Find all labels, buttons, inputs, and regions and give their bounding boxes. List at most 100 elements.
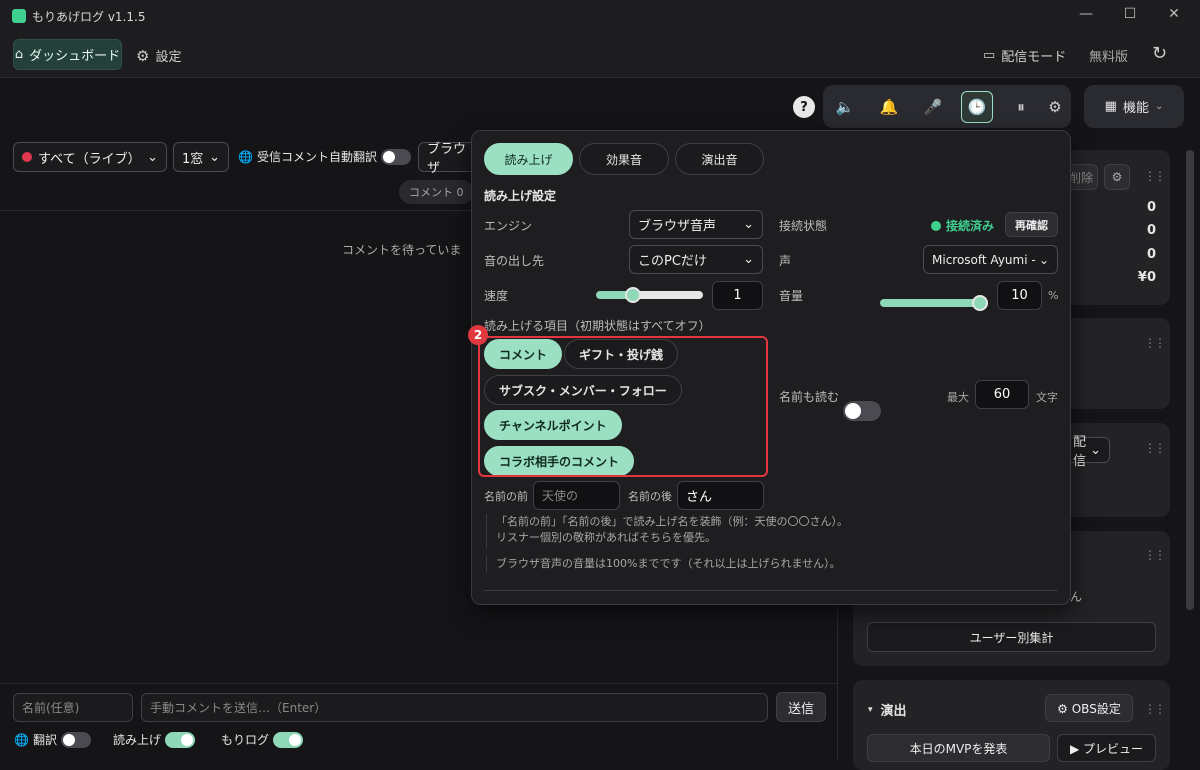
toolbar-gear-icon[interactable]: ⚙ [1041, 93, 1069, 121]
window-select[interactable]: 1窓 ⌄ [173, 142, 229, 172]
free-plan-label[interactable]: 無料版 [1089, 46, 1128, 65]
connection-value: 接続済み [946, 219, 995, 233]
drag-handle-icon[interactable]: ⋮⋮ [1144, 336, 1166, 350]
volume-unit: % [1048, 289, 1059, 302]
help-button[interactable]: ? [793, 96, 815, 118]
browser-select[interactable]: ブラウザ [418, 142, 478, 176]
globe-icon: 🌐 [238, 149, 253, 164]
name-before-input[interactable]: 天使の [533, 481, 620, 510]
drag-handle-icon[interactable]: ⋮⋮ [1144, 169, 1166, 183]
read-name-label: 名前も読む [779, 390, 840, 404]
pause-icon[interactable]: ⏸ [1007, 93, 1035, 121]
maximize-icon[interactable]: ☐ [1120, 6, 1140, 22]
chevron-down-icon: ⌄ [743, 252, 754, 267]
features-button[interactable]: ▦ 機能 ⌄ [1084, 85, 1184, 128]
engine-label: エンジン [484, 219, 533, 233]
scrollbar[interactable] [1186, 150, 1194, 610]
live-dot-icon [22, 152, 32, 162]
connection-label: 接続状態 [779, 219, 828, 233]
translate-toggle[interactable] [60, 731, 91, 748]
source-select[interactable]: すべて（ライブ） ⌄ [13, 142, 167, 172]
source-value: すべて（ライブ） [38, 151, 141, 167]
output-select[interactable]: このPCだけ ⌄ [629, 245, 763, 274]
close-icon[interactable]: ✕ [1164, 6, 1184, 22]
auto-translate-toggle[interactable] [380, 148, 411, 165]
section-title: 読み上げ設定 [484, 189, 557, 203]
caret-down-icon: ▾ [868, 704, 873, 715]
effects-header[interactable]: ▾ 演出 [868, 700, 907, 719]
speed-label: 速度 [484, 289, 509, 303]
voice-label: 声 [779, 254, 792, 268]
volume-slider-knob[interactable] [972, 295, 988, 311]
chevron-down-icon: ⌄ [209, 149, 220, 165]
stat-value: 0 [1146, 200, 1156, 215]
speaker-icon[interactable]: 🔈 [831, 93, 859, 121]
clock-icon[interactable]: 🕒 [961, 91, 993, 123]
max-label: 最大 [947, 391, 969, 404]
voice-select[interactable]: Microsoft Ayumi - ⌄ [923, 245, 1058, 274]
morilog-switch: もりログ [221, 731, 304, 748]
items-label: 読み上げる項目（初期状態はすべてオフ） [484, 319, 711, 333]
read-toggle[interactable] [165, 731, 196, 748]
speed-slider-knob[interactable] [625, 287, 641, 303]
note-bar [486, 556, 487, 572]
max-unit: 文字 [1036, 391, 1058, 404]
note-line: ブラウザ音声の音量は100%までです（それ以上は上げられません）。 [496, 557, 841, 570]
chevron-down-icon: ⌄ [147, 149, 158, 165]
tab-read-aloud[interactable]: 読み上げ [484, 143, 573, 175]
name-after-input[interactable]: さん [677, 481, 764, 510]
mvp-button[interactable]: 本日のMVPを発表 [867, 734, 1050, 762]
read-name-toggle[interactable] [843, 401, 881, 421]
settings-button[interactable]: ⚙ 設定 [136, 46, 181, 66]
drag-handle-icon[interactable]: ⋮⋮ [1144, 702, 1166, 716]
connection-status: 接続済み [931, 217, 994, 234]
note-line: 「名前の前」「名前の後」で読み上げ名を装飾（例：天使の〇〇さん）。 [496, 515, 848, 528]
dashboard-button[interactable]: ⌂ ダッシュボード [13, 39, 122, 70]
card-gear-icon[interactable]: ⚙ [1104, 164, 1130, 190]
volume-value[interactable]: 10 [997, 281, 1042, 310]
read-label: 読み上げ [113, 733, 162, 747]
engine-select[interactable]: ブラウザ音声 ⌄ [629, 210, 763, 239]
empty-comments-text: コメントを待っていま [342, 243, 462, 257]
app-title: もりあげログ v1.1.5 [32, 10, 146, 24]
home-icon: ⌂ [14, 47, 24, 62]
preview-button[interactable]: ▶ プレビュー [1057, 734, 1156, 762]
monitor-icon: ▭ [983, 48, 996, 63]
note-line: リスナー個別の敬称があればそちらを優先。 [496, 531, 716, 544]
output-value: このPCだけ [638, 254, 707, 269]
tab-sound-effects[interactable]: 効果音 [579, 143, 669, 175]
globe-icon: 🌐 [14, 732, 29, 747]
drag-handle-icon[interactable]: ⋮⋮ [1144, 441, 1166, 455]
minimize-icon[interactable]: — [1076, 6, 1096, 22]
recheck-button[interactable]: 再確認 [1005, 212, 1058, 237]
partial-text: ん [1070, 590, 1083, 604]
manual-comment-input[interactable]: 手動コメントを送信…（Enter） [141, 693, 768, 722]
stream-mode-button[interactable]: ▭ 配信モード [983, 46, 1066, 65]
auto-translate-label: 受信コメント自動翻訳 [256, 150, 377, 164]
speed-slider[interactable] [596, 287, 703, 303]
effects-title: 演出 [880, 704, 907, 719]
divider [0, 683, 838, 684]
obs-settings-button[interactable]: ⚙ OBS設定 [1045, 694, 1133, 722]
name-input[interactable]: 名前(任意) [13, 693, 133, 722]
morilog-toggle[interactable] [273, 731, 304, 748]
user-stats-button[interactable]: ユーザー別集計 [867, 622, 1156, 652]
volume-slider[interactable] [880, 295, 988, 311]
window-value: 1窓 [182, 151, 204, 167]
comment-count-badge: コメント 0 [399, 180, 474, 204]
bell-icon[interactable]: 🔔 [875, 93, 903, 121]
send-button[interactable]: 送信 [776, 692, 826, 722]
tab-stage-sound[interactable]: 演出音 [675, 143, 764, 175]
name-before-label: 名前の前 [484, 490, 528, 503]
stat-value: 0 [1146, 223, 1156, 238]
browser-select-value: ブラウザ [427, 142, 467, 176]
card-select-value: 配信 [1073, 435, 1087, 469]
divider [484, 590, 1058, 591]
read-switch: 読み上げ [113, 731, 196, 748]
status-dot-icon [931, 220, 941, 231]
drag-handle-icon[interactable]: ⋮⋮ [1144, 548, 1166, 562]
speed-value[interactable]: 1 [712, 281, 763, 310]
microphone-icon[interactable]: 🎤 [919, 93, 947, 121]
max-value[interactable]: 60 [975, 380, 1029, 409]
refresh-icon[interactable]: ↻ [1152, 43, 1167, 64]
